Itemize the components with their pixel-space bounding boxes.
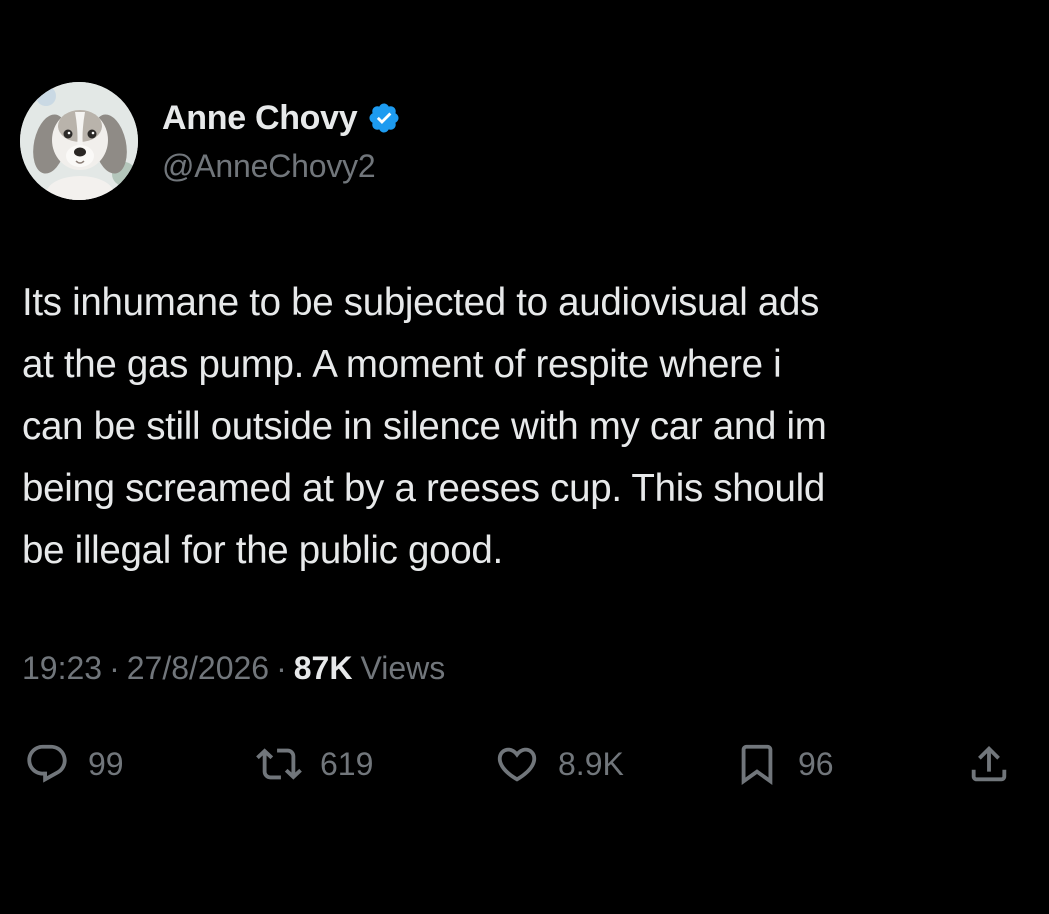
tweet-date[interactable]: 27/8/2026 [127,650,269,687]
tweet-time[interactable]: 19:23 [22,650,102,687]
meta-separator: · [109,650,120,686]
retweet-arrows-icon [256,748,302,780]
author-display-name[interactable]: Anne Chovy [162,99,358,138]
tweet-card: Anne Chovy @AnneChovy2 Its inhumane to b… [0,0,1049,914]
views-count[interactable]: 87K [294,650,353,687]
bookmark-count: 96 [798,745,834,782]
author-name-row: Anne Chovy [162,98,401,138]
retweet-count: 619 [320,745,374,782]
views-label: Views [360,650,446,686]
puppy-avatar-image [20,82,138,200]
reply-count: 99 [88,745,124,782]
speech-bubble-icon [27,744,67,783]
heart-icon [497,747,537,782]
avatar[interactable] [20,82,138,200]
retweet-button[interactable]: 619 [256,734,373,794]
share-upload-icon [971,745,1007,782]
tweet-actions: 99 619 8.9K 96 [0,734,1049,794]
meta-separator: · [276,650,287,686]
reply-button[interactable]: 99 [24,734,124,794]
like-button[interactable]: 8.9K [494,734,624,794]
bookmark-icon [741,744,773,785]
tweet-meta: 19:23 · 27/8/2026 · 87K Views [22,650,445,687]
verified-check-icon[interactable] [367,101,401,135]
like-count: 8.9K [558,745,624,782]
author-handle[interactable]: @AnneChovy2 [162,148,376,185]
share-button[interactable] [966,734,1012,794]
tweet-text: Its inhumane to be subjected to audiovis… [22,281,827,572]
bookmark-button[interactable]: 96 [734,734,834,794]
